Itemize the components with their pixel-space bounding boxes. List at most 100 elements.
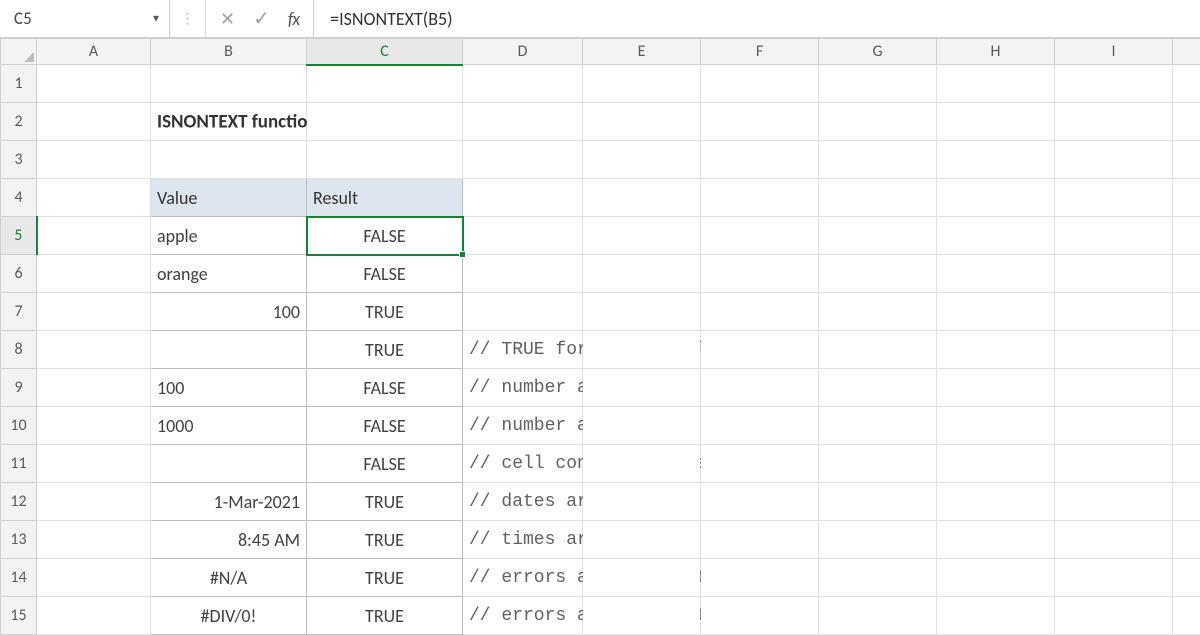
- cell-D3[interactable]: [463, 141, 583, 179]
- cell-I6[interactable]: [1055, 255, 1173, 293]
- cell-H2[interactable]: [937, 103, 1055, 141]
- cell-D5[interactable]: [463, 217, 583, 255]
- cell-A8[interactable]: [37, 331, 151, 369]
- cell-C9[interactable]: FALSE: [307, 369, 463, 407]
- cell-I11[interactable]: [1055, 445, 1173, 483]
- cell-F7[interactable]: [701, 293, 819, 331]
- cell-E13[interactable]: [583, 521, 701, 559]
- cell-B6[interactable]: orange: [151, 255, 307, 293]
- cell-D13[interactable]: // times are numbers: [463, 521, 583, 559]
- cell-G6[interactable]: [819, 255, 937, 293]
- row-header-3[interactable]: 3: [1, 141, 37, 179]
- row-header-6[interactable]: 6: [1, 255, 37, 293]
- cancel-icon[interactable]: ✕: [220, 8, 235, 30]
- row-header-2[interactable]: 2: [1, 103, 37, 141]
- cell-G2[interactable]: [819, 103, 937, 141]
- cell-F14[interactable]: [701, 559, 819, 597]
- cell-A12[interactable]: [37, 483, 151, 521]
- cell-G1[interactable]: [819, 65, 937, 103]
- cell-D14[interactable]: // errors are not text: [463, 559, 583, 597]
- cell-H12[interactable]: [937, 483, 1055, 521]
- cell-E7[interactable]: [583, 293, 701, 331]
- cell-B11[interactable]: [151, 445, 307, 483]
- row-header-15[interactable]: 15: [1, 597, 37, 635]
- cell-G7[interactable]: [819, 293, 937, 331]
- cell-H3[interactable]: [937, 141, 1055, 179]
- cell-B7[interactable]: 100: [151, 293, 307, 331]
- cell-J5[interactable]: [1173, 217, 1200, 255]
- cell-D7[interactable]: [463, 293, 583, 331]
- cell-A14[interactable]: [37, 559, 151, 597]
- cell-J2[interactable]: [1173, 103, 1200, 141]
- row-header-8[interactable]: 8: [1, 331, 37, 369]
- col-header-H[interactable]: H: [937, 39, 1055, 65]
- cell-I2[interactable]: [1055, 103, 1173, 141]
- cell-H10[interactable]: [937, 407, 1055, 445]
- cell-J4[interactable]: [1173, 179, 1200, 217]
- cell-E6[interactable]: [583, 255, 701, 293]
- cell-A1[interactable]: [37, 65, 151, 103]
- cell-D2[interactable]: [463, 103, 583, 141]
- cell-J14[interactable]: [1173, 559, 1200, 597]
- cell-J11[interactable]: [1173, 445, 1200, 483]
- cell-F4[interactable]: [701, 179, 819, 217]
- cell-G14[interactable]: [819, 559, 937, 597]
- cell-H11[interactable]: [937, 445, 1055, 483]
- cell-I3[interactable]: [1055, 141, 1173, 179]
- cell-J12[interactable]: [1173, 483, 1200, 521]
- cell-D15[interactable]: // errors are not text: [463, 597, 583, 635]
- col-header-E[interactable]: E: [583, 39, 701, 65]
- row-header-11[interactable]: 11: [1, 445, 37, 483]
- cell-B9[interactable]: 100: [151, 369, 307, 407]
- cell-F1[interactable]: [701, 65, 819, 103]
- cell-J15[interactable]: [1173, 597, 1200, 635]
- cell-I12[interactable]: [1055, 483, 1173, 521]
- cell-E2[interactable]: [583, 103, 701, 141]
- cell-J13[interactable]: [1173, 521, 1200, 559]
- cell-F13[interactable]: [701, 521, 819, 559]
- cell-H8[interactable]: [937, 331, 1055, 369]
- cell-C2[interactable]: [307, 103, 463, 141]
- table-header-value[interactable]: Value: [151, 179, 307, 217]
- cell-I9[interactable]: [1055, 369, 1173, 407]
- cell-H1[interactable]: [937, 65, 1055, 103]
- cell-B13[interactable]: 8:45 AM: [151, 521, 307, 559]
- cell-J10[interactable]: [1173, 407, 1200, 445]
- cell-D12[interactable]: // dates are numbers: [463, 483, 583, 521]
- cell-F3[interactable]: [701, 141, 819, 179]
- cell-I14[interactable]: [1055, 559, 1173, 597]
- cell-A5[interactable]: [37, 217, 151, 255]
- cell-C12[interactable]: TRUE: [307, 483, 463, 521]
- cell-J1[interactable]: [1173, 65, 1200, 103]
- cell-D11[interactable]: // cell contains space " ": [463, 445, 583, 483]
- cell-G15[interactable]: [819, 597, 937, 635]
- cell-A4[interactable]: [37, 179, 151, 217]
- cell-A13[interactable]: [37, 521, 151, 559]
- name-box[interactable]: C5 ▾: [0, 0, 170, 37]
- cell-E10[interactable]: [583, 407, 701, 445]
- cell-G9[interactable]: [819, 369, 937, 407]
- cell-C1[interactable]: [307, 65, 463, 103]
- cell-C7[interactable]: TRUE: [307, 293, 463, 331]
- cell-G13[interactable]: [819, 521, 937, 559]
- cell-I1[interactable]: [1055, 65, 1173, 103]
- cell-J9[interactable]: [1173, 369, 1200, 407]
- cell-A15[interactable]: [37, 597, 151, 635]
- cell-I5[interactable]: [1055, 217, 1173, 255]
- cell-B10[interactable]: 1000: [151, 407, 307, 445]
- cell-F12[interactable]: [701, 483, 819, 521]
- cell-B12[interactable]: 1-Mar-2021: [151, 483, 307, 521]
- cell-G12[interactable]: [819, 483, 937, 521]
- cell-H13[interactable]: [937, 521, 1055, 559]
- cell-F6[interactable]: [701, 255, 819, 293]
- cell-G10[interactable]: [819, 407, 937, 445]
- cell-B15[interactable]: #DIV/0!: [151, 597, 307, 635]
- cell-G3[interactable]: [819, 141, 937, 179]
- cell-E11[interactable]: [583, 445, 701, 483]
- row-header-7[interactable]: 7: [1, 293, 37, 331]
- cell-F2[interactable]: [701, 103, 819, 141]
- cell-D10[interactable]: // number as text: [463, 407, 583, 445]
- cell-H7[interactable]: [937, 293, 1055, 331]
- cell-J8[interactable]: [1173, 331, 1200, 369]
- col-header-J[interactable]: J: [1173, 39, 1200, 65]
